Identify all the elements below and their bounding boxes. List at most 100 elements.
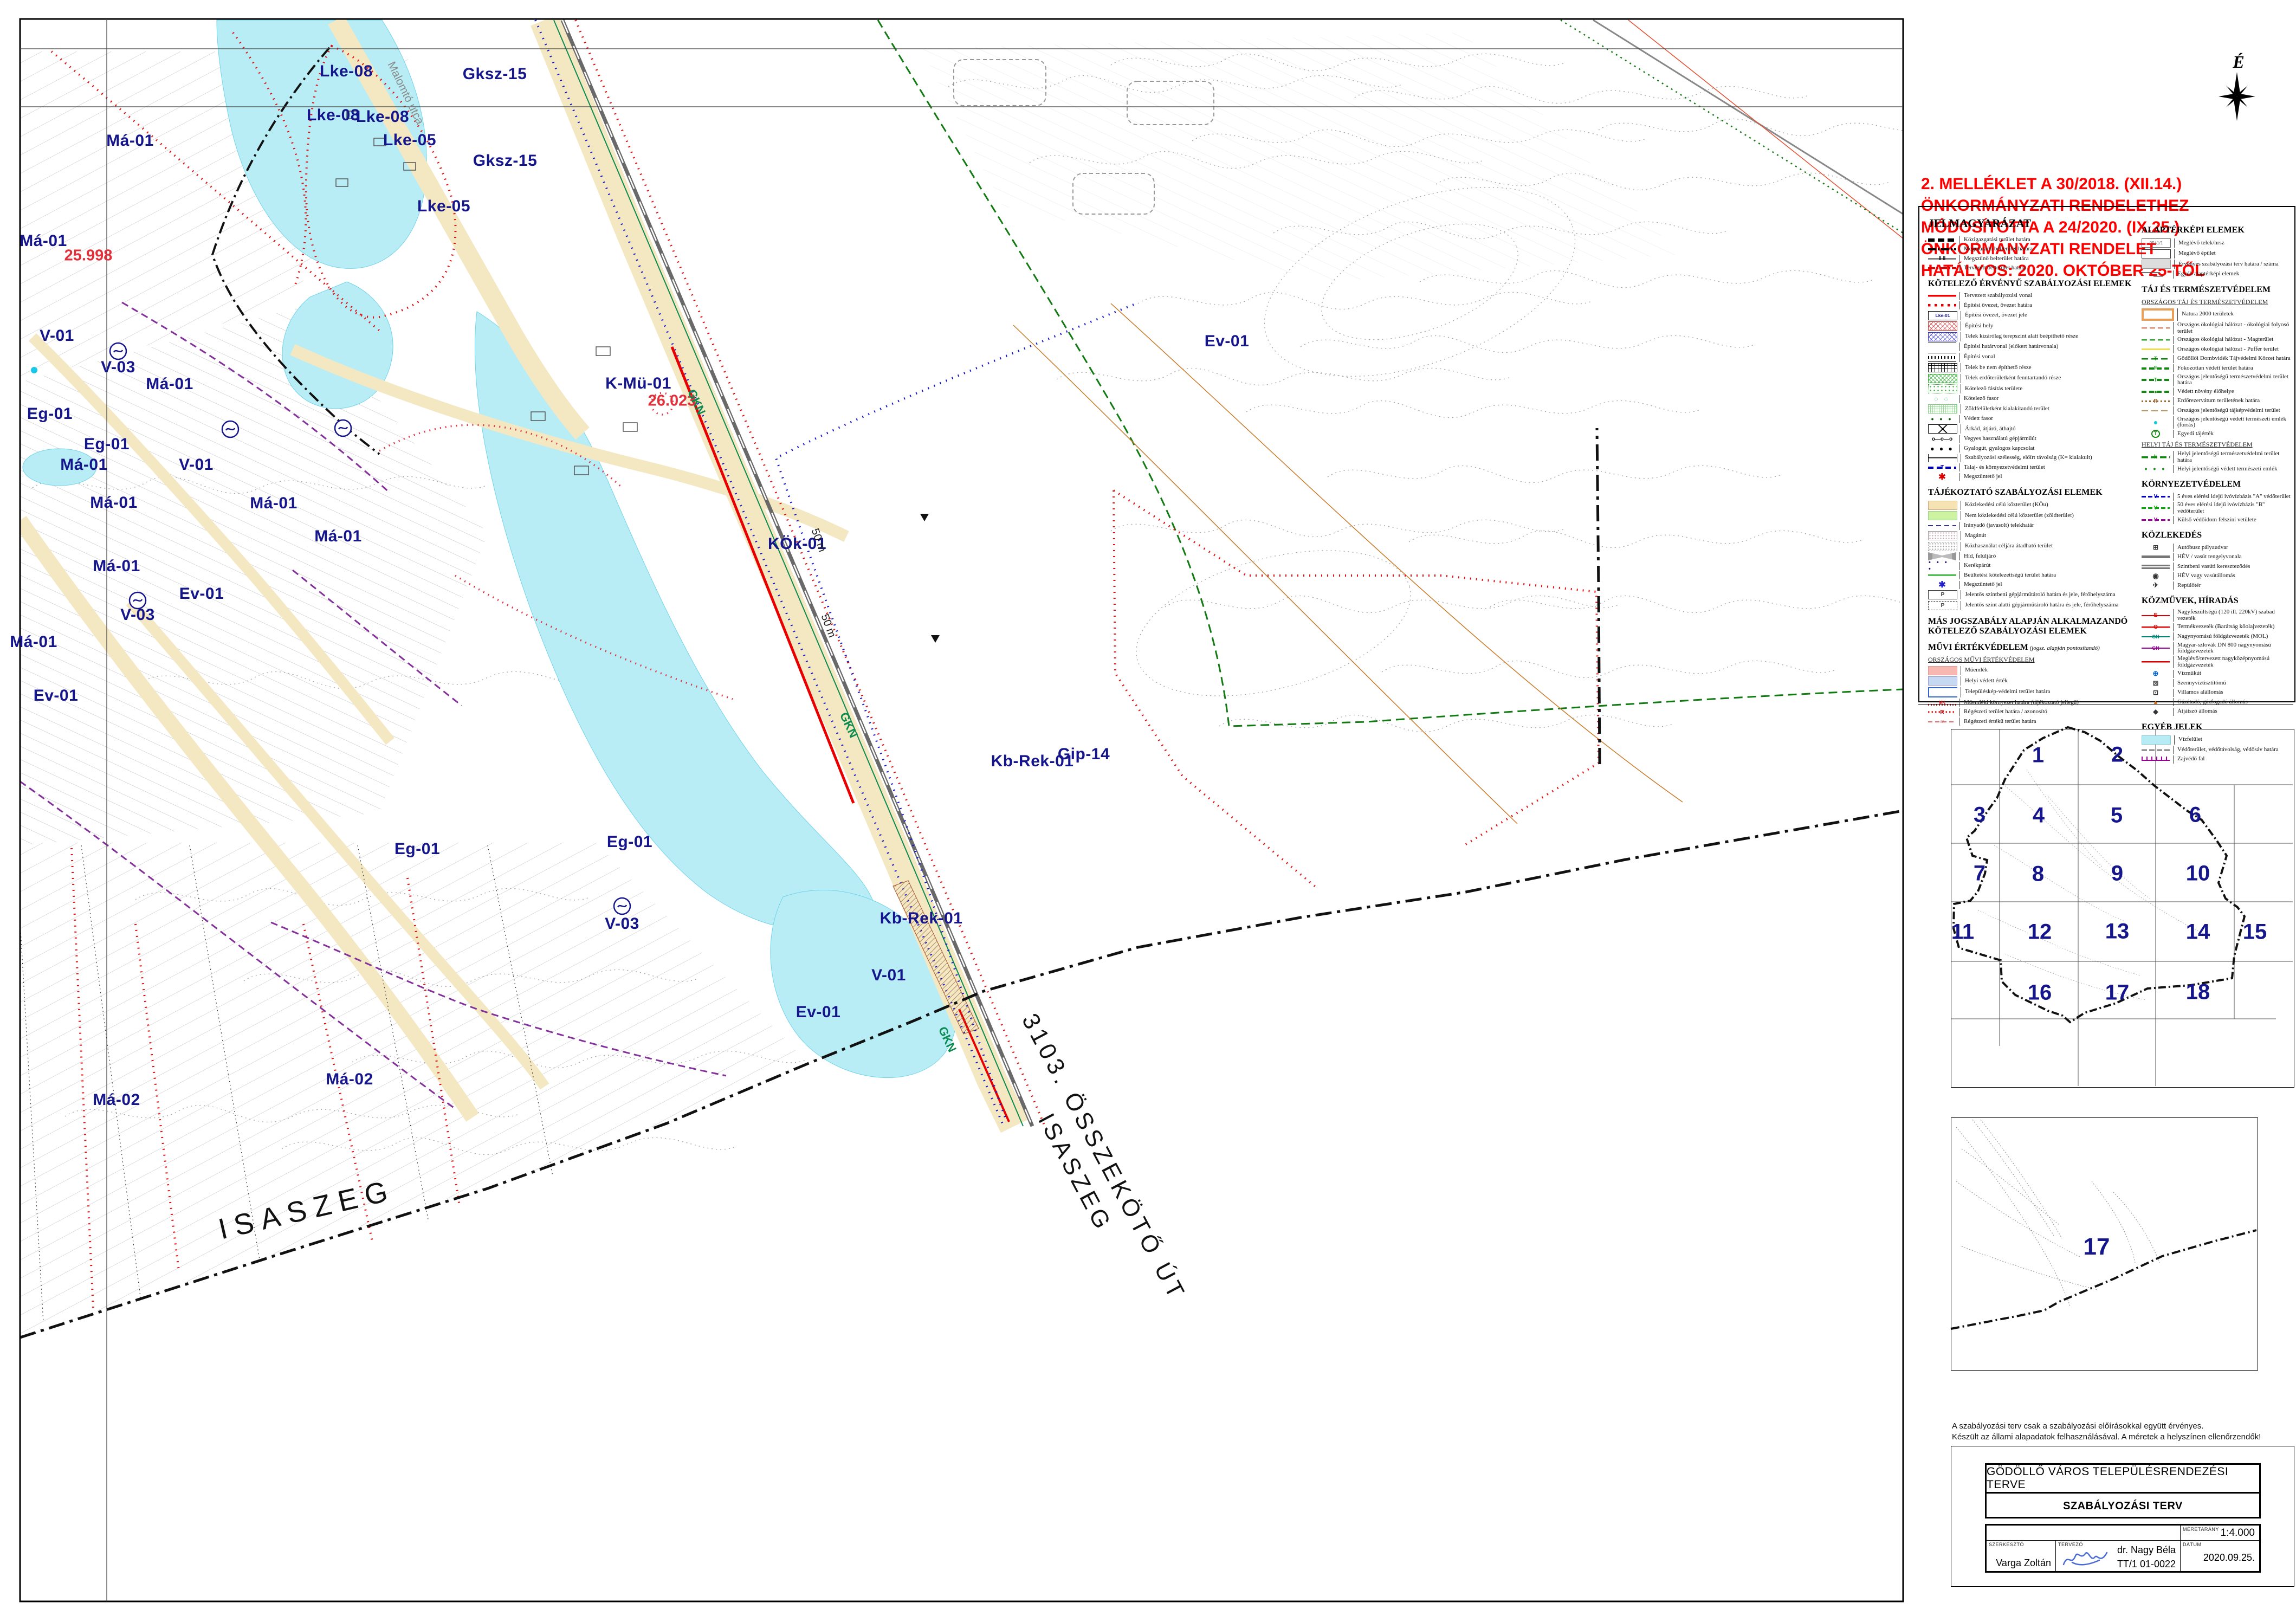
legend-item: ⊡ Villamos alállomás — [2142, 688, 2292, 697]
legend-label: Átjátszó állomás — [2177, 708, 2217, 715]
legend-item: ● Országos jelentőségű védett természeti … — [2142, 416, 2292, 429]
designer-id: TT/1 01-0022 — [2117, 1559, 2176, 1569]
legend-symbol-egyedi-taj: T — [2142, 430, 2170, 438]
legend-item: ◆ Átjátszó állomás — [2142, 707, 2292, 716]
legend-label: Híd, felüljáró — [1964, 552, 1996, 559]
legend-item: Meglévő/tervezett nagyközépnyomású földg… — [2142, 655, 2292, 669]
legend-symbol-okol-puffer — [2142, 345, 2170, 354]
zone-label: Eg-01 — [394, 840, 441, 858]
editor-cell: SZERKESZTŐ Varga Zoltán — [1987, 1541, 2056, 1571]
legend-symbol-garage-down: P — [1928, 600, 1957, 610]
legend-label: Kerékpárút — [1964, 562, 1991, 569]
legend-label: Országos ökológiai hálózat - Puffer terü… — [2177, 345, 2279, 352]
legend-item: T Talaj- és környezetvédelmi terület — [1928, 463, 2134, 471]
legend-symbol-box-ltblue — [1928, 676, 1957, 686]
index-section-number: 6 — [2189, 803, 2202, 827]
editor-name: Varga Zoltán — [1996, 1558, 2051, 1568]
legend-label: Magánút — [1965, 532, 1987, 539]
legend-label: Műemlék — [1965, 667, 1988, 674]
legend-label: Nem közlekedési célú közterület (zöldter… — [1965, 512, 2074, 519]
legend-item: ‖ ‖ Megszűnő belterület határa — [1928, 255, 2134, 263]
legend-item: Településkép-védelmi terület határa — [1928, 687, 2134, 697]
legend-symbol-bracket-blue — [1928, 687, 1957, 697]
plan-sheet: { "sheet": { "north_label": "É", "headin… — [0, 0, 2296, 1622]
legend-symbol-fasor: ◌ ◌ — [1934, 395, 1950, 403]
legend-symbol-alallomas: ⊡ — [2152, 689, 2159, 697]
zone-label: Má-01 — [93, 557, 140, 575]
legend-label: Országos jelentőségű védett természeti e… — [2177, 415, 2286, 429]
legend-subheading: HELYI TÁJ ÉS TERMÉSZETVÉDELEM — [2142, 441, 2253, 449]
legend-label: Építési határvonal (előkert határvonala) — [1964, 343, 2059, 350]
legend-item: ✈ Repülőtér — [2142, 581, 2292, 590]
editor-label: SZERKESZTŐ — [1989, 1542, 2025, 1547]
legend-symbol-hatch-green — [1928, 373, 1957, 383]
legend-symbol-fv-line: F — [2142, 364, 2170, 373]
legend-label: Gödöllői Dombvidék Tájvédelmi Körzet hat… — [2177, 355, 2291, 362]
index-section-number: 9 — [2111, 861, 2124, 886]
legend-label: Védett fasor — [1964, 415, 1994, 422]
legend-label: Autóbusz pályaudvar — [2177, 544, 2228, 551]
legend-heading: MŰVI ÉRTÉKVÉDELEM (jogsz. alapján pontos… — [1928, 642, 2100, 652]
legend-symbol-zone-box: Lke-01 — [1928, 311, 1957, 320]
zone-label: Gksz-15 — [473, 152, 538, 170]
legend-item: Árkád, átjáró, áthajtó — [1928, 424, 2134, 434]
legend-item: E Nagyfeszültségű (120 ill. 220kV) szabad… — [2142, 609, 2292, 622]
legend-item: Kötelező fásítás területe — [1928, 384, 2134, 393]
sheet-title: SZABÁLYOZÁSI TERV — [2063, 1500, 2183, 1512]
legend-item: ◉ HÉV vagy vasútállomás — [2142, 572, 2292, 580]
legend-label: Építési vonal — [1964, 353, 1995, 360]
legend-item: 0541/1 Meglévő telek/hrsz — [2142, 238, 2292, 248]
legend-item: o—o—o Vegyes használatú gépjárműút — [1928, 435, 2134, 443]
legend-symbol-star-blue: ✱ — [1938, 580, 1946, 590]
zone-label: Má-01 — [250, 494, 297, 512]
zone-label: Ev-01 — [1204, 332, 1250, 350]
legend-label: Régészeti terület határa / azonosító — [1964, 708, 2047, 715]
zone-label: Lke-05 — [417, 197, 471, 215]
zone-label: Má-02 — [93, 1091, 140, 1109]
legend-label: Megszüntető jel — [1964, 581, 2002, 588]
legend-item: Építési övezet, övezet határa — [1928, 301, 2134, 309]
legend-label: Gyalogút, gyalogos kapcsolat — [1964, 444, 2035, 451]
legend-item: ● Védett növény élőhelye — [2142, 387, 2292, 396]
legend-label: Jelentős szintbeni gépjárműtároló határa… — [1965, 591, 2116, 598]
legend-symbol-repter: ✈ — [2152, 581, 2159, 590]
legend-label: Villamos alállomás — [2177, 689, 2223, 696]
sheet-index-panel — [1951, 729, 2294, 1088]
legend-symbol-width-arrow — [1928, 454, 1957, 462]
legend-symbol-grid-black — [1928, 363, 1957, 372]
scale-cell: MÉRETARÁNY 1:4.000 — [2180, 1526, 2259, 1541]
legend-item: Tervezett szabályozási vonal — [1928, 292, 2134, 300]
zone-label: Ev-01 — [33, 687, 79, 705]
legend-item: Tervezett belterület határa — [1928, 264, 2134, 273]
signature — [2062, 1552, 2108, 1566]
legend-symbol-gn-line: GN — [2142, 632, 2170, 641]
north-arrow-icon — [2219, 72, 2255, 121]
legend-heading: KÖZLEKEDÉS — [2142, 530, 2202, 540]
legend-item: T Egyedi tájérték — [2142, 430, 2292, 438]
legend-symbol-plant-bound — [1928, 571, 1956, 579]
legend-item: T Gödöllői Dombvidék Tájvédelmi Körzet ha… — [2142, 354, 2292, 363]
zone-label: Má-01 — [146, 375, 193, 393]
legend-symbol-rail-cross — [2142, 562, 2170, 571]
legend-label: Építési hely — [1965, 322, 1994, 329]
title-block-header: GÖDÖLLŐ VÁROS TELEPÜLÉSRENDEZÉSI TERVE S… — [1985, 1463, 2261, 1518]
legend-symbol-viz50: V — [2142, 504, 2170, 513]
legend-label: Helyi jelentőségű természetvédelmi terül… — [2177, 450, 2280, 463]
legend-item: R Régészeti terület határa / azonosító — [1928, 708, 2134, 716]
legend-symbol-dash-navy — [1928, 521, 1956, 530]
legend-item: ⊕ Vízműkút — [2142, 669, 2292, 678]
legend-label: Irányadó (javasolt) telekhatár — [1964, 522, 2034, 529]
zone-label: Eg-01 — [83, 435, 130, 453]
zone-label: K-Mü-01 — [605, 374, 671, 392]
legend-item: Országos ökológiai hálózat - Puffer terü… — [2142, 345, 2292, 354]
legend-item: Műemlék — [1928, 665, 2134, 675]
legend-label: Magyar-szlovák DN 800 nagynyomású földgá… — [2177, 641, 2271, 655]
legend-symbol-viz5: V — [2142, 492, 2170, 501]
legend-symbol-forras-dot: ● — [2153, 418, 2158, 427]
legend-item: HÉV / vasút tengelyvonala — [2142, 553, 2292, 561]
index-section-number: 12 — [2027, 920, 2052, 944]
legend-item: Szintbeni vasúti kereszteződés — [2142, 562, 2292, 571]
zone-label: Má-01 — [90, 494, 138, 512]
legend-heading: TÁJ ÉS TERMÉSZETVÉDELEM — [2142, 285, 2271, 294]
legend-label: HÉV / vasút tengelyvonala — [2177, 553, 2242, 560]
